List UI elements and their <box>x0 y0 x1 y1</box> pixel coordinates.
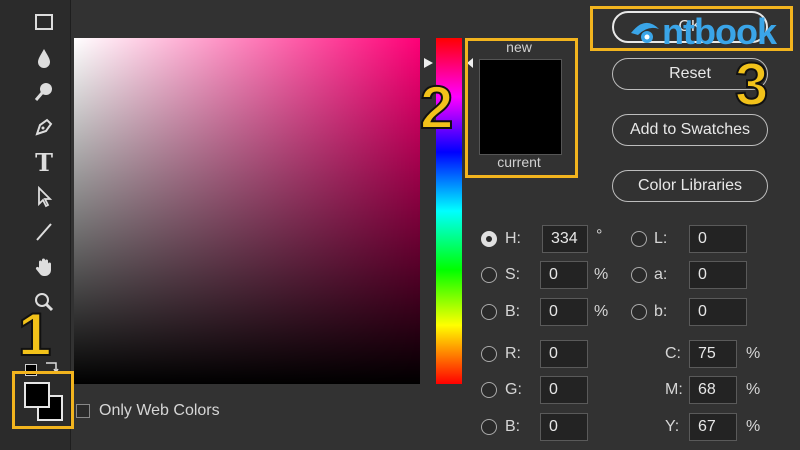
dodge-icon[interactable] <box>30 78 58 106</box>
rectangle-icon[interactable] <box>30 8 58 36</box>
annotation-number-1: 1 <box>17 301 52 368</box>
cyan-label: C: <box>665 345 681 362</box>
magenta-input[interactable]: 68 <box>689 376 737 404</box>
brightness-input[interactable]: 0 <box>540 298 588 326</box>
hue-label: H: <box>505 230 521 247</box>
add-to-swatches-button[interactable]: Add to Swatches <box>612 114 768 146</box>
lab-b-input[interactable]: 0 <box>689 298 747 326</box>
annotation-number-3: 3 <box>734 51 769 118</box>
brightness-radio[interactable] <box>481 304 497 320</box>
green-input[interactable]: 0 <box>540 376 588 404</box>
red-input[interactable]: 0 <box>540 340 588 368</box>
type-glyph: T <box>35 147 53 177</box>
yellow-label: Y: <box>665 418 680 435</box>
watermark-logo: ntbook <box>628 8 777 56</box>
yellow-input[interactable]: 67 <box>689 413 737 441</box>
pen-icon[interactable] <box>30 113 58 141</box>
lab-a-input[interactable]: 0 <box>689 261 747 289</box>
cyan-input[interactable]: 75 <box>689 340 737 368</box>
preview-current-label: current <box>497 154 541 170</box>
saturation-label: S: <box>505 266 521 283</box>
foreground-color-swatch[interactable] <box>24 382 50 408</box>
only-web-colors-label: Only Web Colors <box>99 402 220 419</box>
saturation-unit: % <box>594 266 609 283</box>
saturation-input[interactable]: 0 <box>540 261 588 289</box>
hue-slider-left-arrow-icon[interactable] <box>424 58 433 68</box>
color-preview[interactable] <box>479 59 562 155</box>
path-selection-icon[interactable] <box>30 183 58 211</box>
lab-l-radio[interactable] <box>631 231 647 247</box>
lab-a-label: a: <box>654 266 668 283</box>
watermark-eye-icon <box>631 22 659 43</box>
color-libraries-button[interactable]: Color Libraries <box>612 170 768 202</box>
red-label: R: <box>505 345 521 362</box>
magenta-unit: % <box>746 381 761 398</box>
hue-radio[interactable] <box>481 231 497 247</box>
lab-a-radio[interactable] <box>631 267 647 283</box>
type-icon[interactable]: T <box>30 147 58 177</box>
saturation-radio[interactable] <box>481 267 497 283</box>
lab-l-input[interactable]: 0 <box>689 225 747 253</box>
blue-label: B: <box>505 418 521 435</box>
green-label: G: <box>505 381 522 398</box>
hue-input[interactable]: 334 <box>542 225 588 253</box>
lab-b-radio[interactable] <box>631 304 647 320</box>
brightness-label: B: <box>505 303 521 320</box>
watermark-text: ntbook <box>662 11 777 52</box>
cyan-unit: % <box>746 345 761 362</box>
yellow-unit: % <box>746 418 761 435</box>
annotation-number-2: 2 <box>419 74 454 141</box>
blue-input[interactable]: 0 <box>540 413 588 441</box>
preview-new-label: new <box>506 39 532 55</box>
color-field[interactable] <box>74 38 420 384</box>
line-icon[interactable] <box>30 218 58 246</box>
blue-radio[interactable] <box>481 419 497 435</box>
blur-drop-icon[interactable] <box>30 44 58 72</box>
hand-icon[interactable] <box>30 253 58 281</box>
lab-b-label: b: <box>654 303 668 320</box>
magenta-label: M: <box>665 381 683 398</box>
green-radio[interactable] <box>481 382 497 398</box>
lab-l-label: L: <box>654 230 668 247</box>
red-radio[interactable] <box>481 346 497 362</box>
hue-unit: ° <box>596 227 603 244</box>
only-web-colors-checkbox[interactable] <box>76 404 90 418</box>
brightness-unit: % <box>594 303 609 320</box>
